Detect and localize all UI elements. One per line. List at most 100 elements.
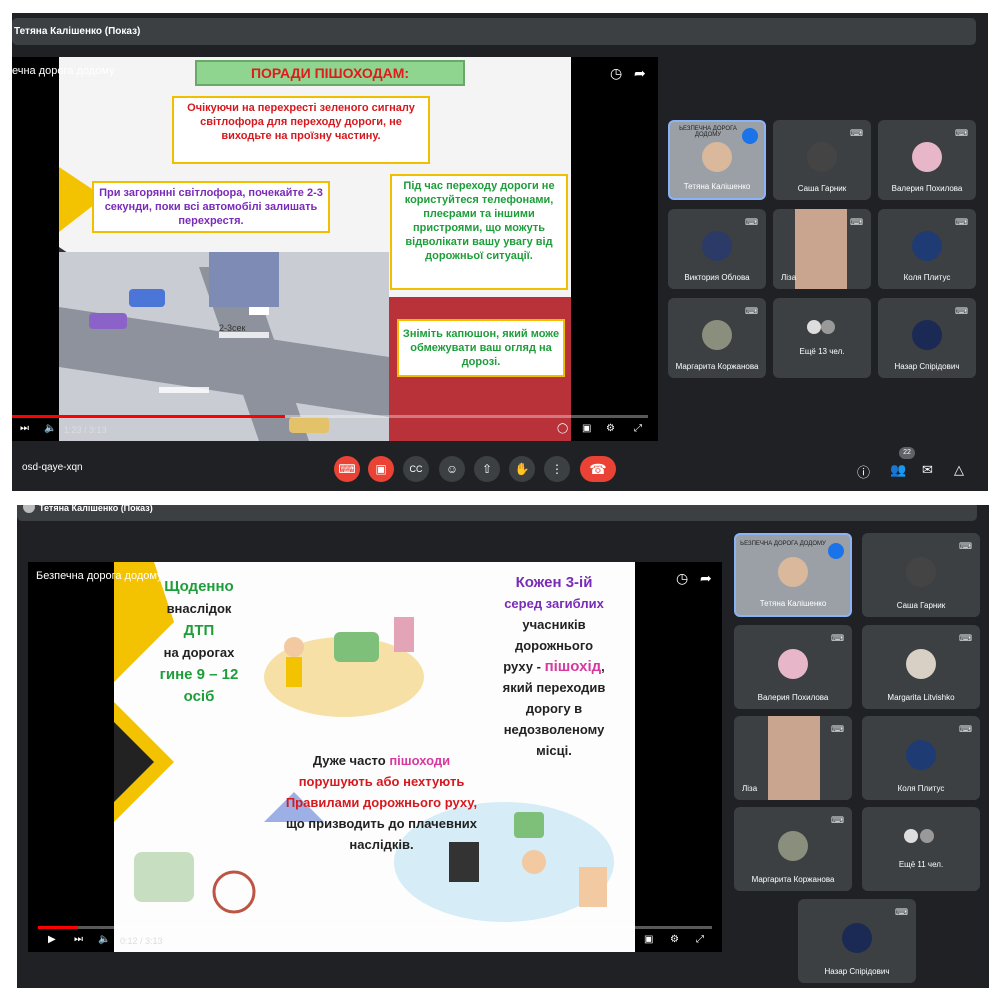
next-icon[interactable]: ⏭ <box>74 934 83 945</box>
participant-tile[interactable]: ЬЕЗПЕЧНА ДОРОГА ДОДОМУ Тетяна Калішенко <box>734 533 852 617</box>
autoplay-toggle-icon[interactable]: ◯ <box>620 934 631 945</box>
info-icon[interactable]: ⓘ <box>857 462 870 481</box>
emoji-button[interactable]: ☺ <box>439 456 465 482</box>
more-participants-label: Ещё 13 чел. <box>799 347 845 356</box>
participant-tile[interactable]: ЬЕЗПЕЧНА ДОРОГА ДОДОМУ Тетяна Калішенко <box>668 120 766 200</box>
participant-tile[interactable]: ⌨ Маргарита Коржанова <box>668 298 766 378</box>
mic-off-icon: ⌨ <box>745 217 758 227</box>
meeting-code: osd-qaye-xqn <box>22 462 83 473</box>
settings-icon[interactable]: ⚙ <box>670 934 679 945</box>
fullscreen-exit-icon[interactable]: ⤢ <box>634 423 642 434</box>
video-progress-fill <box>12 415 286 418</box>
watch-later-icon[interactable]: ◷ <box>676 570 688 587</box>
avatar <box>821 320 835 334</box>
participant-tile[interactable]: ⌨ Саша Гарник <box>773 120 871 200</box>
stat-line: учасників <box>522 617 586 632</box>
participant-tile[interactable]: Ещё 13 чел. <box>773 298 871 378</box>
participant-name: Виктория Облова <box>684 273 750 282</box>
participant-name: Тетяна Калішенко <box>683 182 751 191</box>
activities-icon[interactable]: △ <box>954 462 964 478</box>
participant-tile[interactable]: ⌨ Саша Гарник <box>862 533 980 617</box>
subtitles-icon[interactable]: ▣ <box>644 934 653 945</box>
presenter-bar: Тетяна Калішенко (Показ) <box>12 18 976 45</box>
warning-line: порушують або нехтують <box>298 774 465 789</box>
participant-tile[interactable]: ⌨ Назар Спірідович <box>798 899 916 983</box>
video-progress-bar[interactable] <box>38 926 712 929</box>
participant-name: Коля Плитус <box>897 784 945 793</box>
captions-button[interactable]: CC <box>403 456 429 482</box>
avatar <box>807 142 837 172</box>
participant-tile[interactable]: ⌨ Виктория Облова <box>668 209 766 289</box>
avatar <box>702 231 732 261</box>
participant-name: Маргарита Коржанова <box>675 362 759 371</box>
share-icon[interactable]: ➦ <box>700 570 712 587</box>
stat-line: ДТП <box>183 622 215 639</box>
stat-text: , <box>601 659 605 674</box>
participant-tile[interactable]: ⌨ Валерия Похилова <box>878 120 976 200</box>
participant-tile[interactable]: Ещё 11 чел. <box>862 807 980 891</box>
subtitles-icon[interactable]: ▣ <box>582 423 591 434</box>
stat-block-left: Щоденно внаслідок ДТП на дорогах гине 9 … <box>144 576 254 708</box>
warning-block: Дуже часто пішоходи порушують або нехтую… <box>244 750 519 855</box>
watch-later-icon[interactable]: ◷ <box>610 65 622 82</box>
volume-icon[interactable]: 🔈 <box>44 423 56 434</box>
participant-name: Назар Спірідович <box>894 362 960 371</box>
stat-line: який переходив <box>502 680 606 695</box>
stat-line: руху - пішохід, <box>479 656 629 677</box>
avatar <box>778 649 808 679</box>
participant-name: Саша Гарник <box>797 184 847 193</box>
warning-line: Дуже часто пішоходи <box>244 750 519 771</box>
participant-tile[interactable]: ⌨ Назар Спірідович <box>878 298 976 378</box>
camera-off-button[interactable]: ▣ <box>368 456 394 482</box>
mic-off-icon: ⌨ <box>831 633 844 643</box>
presenter-label: Тетяна Калішенко (Показ) <box>39 505 153 513</box>
mic-off-icon: ⌨ <box>895 907 908 917</box>
chat-icon[interactable]: ✉ <box>922 462 933 478</box>
participant-overlay-text: ЬЕЗПЕЧНА ДОРОГА ДОДОМУ <box>740 541 826 547</box>
scene-time-label: 2-3сек <box>219 323 246 333</box>
participant-tile[interactable]: ⌨ Ліза <box>734 716 852 800</box>
mic-off-button[interactable]: ⌨ <box>334 456 360 482</box>
volume-icon[interactable]: 🔈 <box>98 934 110 945</box>
present-button[interactable]: ⇧ <box>474 456 500 482</box>
avatar <box>23 505 35 513</box>
play-icon[interactable]: ▶ <box>48 934 56 945</box>
end-call-button[interactable]: ☎ <box>580 456 616 482</box>
next-icon[interactable]: ⏭ <box>20 423 29 434</box>
mic-off-icon: ⌨ <box>745 306 758 316</box>
mic-off-icon: ⌨ <box>831 815 844 825</box>
tip-box-2: При загорянні світлофора, почекайте 2-3 … <box>92 181 330 233</box>
avatar <box>702 142 732 172</box>
presented-video[interactable]: Щоденно внаслідок ДТП на дорогах гине 9 … <box>28 562 722 952</box>
raise-hand-button[interactable]: ✋ <box>509 456 535 482</box>
tip-box-3: Під час переходу дороги не користуйтеся … <box>390 174 568 290</box>
participant-tile[interactable]: ⌨ Коля Плитус <box>862 716 980 800</box>
avatar <box>842 923 872 953</box>
speaking-indicator-icon <box>828 543 844 559</box>
stat-line: гине 9 – 12 <box>159 666 239 683</box>
avatar <box>778 831 808 861</box>
mic-off-icon: ⌨ <box>959 541 972 551</box>
participant-tile[interactable]: ⌨ Маргарита Коржанова <box>734 807 852 891</box>
avatar <box>912 231 942 261</box>
share-icon[interactable]: ➦ <box>634 65 646 82</box>
participant-tile[interactable]: ⌨ Коля Плитус <box>878 209 976 289</box>
participant-tile[interactable]: ⌨ Валерия Похилова <box>734 625 852 709</box>
participant-tile[interactable]: ⌨ Margarita Litvishko <box>862 625 980 709</box>
people-icon[interactable]: 👥 <box>890 462 906 478</box>
settings-icon[interactable]: ⚙ <box>606 423 615 434</box>
participant-name: Саша Гарник <box>896 601 946 610</box>
video-progress-bar[interactable] <box>12 415 648 418</box>
warning-text: Дуже часто <box>312 753 386 768</box>
participant-tile[interactable]: ⌨ Ліза <box>773 209 871 289</box>
more-options-button[interactable]: ⋮ <box>544 456 570 482</box>
fullscreen-exit-icon[interactable]: ⤢ <box>696 934 704 945</box>
autoplay-toggle-icon[interactable]: ◯ <box>557 423 568 434</box>
speaking-indicator-icon <box>742 128 758 144</box>
presented-video[interactable]: ПОРАДИ ПІШОХОДАМ: Очікуючи на перехресті… <box>12 57 658 441</box>
mic-off-icon: ⌨ <box>955 306 968 316</box>
participant-name: Ліза <box>742 784 758 793</box>
avatar <box>906 740 936 770</box>
people-count-badge: 22 <box>899 447 915 459</box>
stat-line: осіб <box>183 688 215 705</box>
